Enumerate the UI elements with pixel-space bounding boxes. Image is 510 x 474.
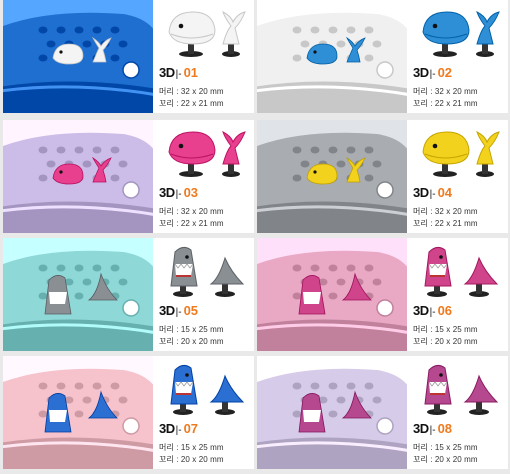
shoe-photo: [3, 0, 153, 113]
tail-size-label: 꼬리 : 20 x 20 mm: [413, 337, 478, 346]
product-code: 3D |- 07: [159, 418, 198, 436]
head-size-label: 머리 : 32 x 20 mm: [159, 87, 224, 96]
product-info: 3D |- 06 머리 : 15 x 25 mm 꼬리 : 20 x 20 mm: [409, 238, 508, 351]
shoe-photo: [3, 120, 153, 233]
code-prefix: 3D: [413, 185, 429, 200]
shoe-photo: [3, 356, 153, 469]
code-divider: |-: [175, 307, 182, 318]
shoe-photo: [257, 238, 407, 351]
code-divider: |-: [175, 69, 182, 80]
shoe-photo: [257, 0, 407, 113]
tail-size-label: 꼬리 : 22 x 21 mm: [413, 99, 478, 108]
code-divider: |-: [429, 189, 436, 200]
code-divider: |-: [175, 189, 182, 200]
code-prefix: 3D: [159, 185, 175, 200]
shark-icon: [161, 360, 249, 418]
product-info: 3D |- 01 머리 : 32 x 20 mm 꼬리 : 22 x 21 mm: [155, 0, 254, 113]
product-code: 3D |- 03: [159, 182, 198, 200]
head-size-label: 머리 : 32 x 20 mm: [413, 87, 478, 96]
product-info: 3D |- 07 머리 : 15 x 25 mm 꼬리 : 20 x 20 mm: [155, 356, 254, 469]
shoe-photo: [3, 238, 153, 351]
code-divider: |-: [429, 425, 436, 436]
shoe-photo: [257, 120, 407, 233]
shoe-photo: [257, 356, 407, 469]
head-size-label: 머리 : 15 x 25 mm: [413, 325, 478, 334]
code-number: 04: [437, 185, 453, 200]
product-grid: 3D |- 01 머리 : 32 x 20 mm 꼬리 : 22 x 21 mm 3D |…: [0, 0, 510, 474]
product-card: 3D |- 05 머리 : 15 x 25 mm 꼬리 : 20 x 20 mm: [3, 238, 254, 351]
tail-size-label: 꼬리 : 20 x 20 mm: [413, 455, 478, 464]
product-card: 3D |- 04 머리 : 32 x 20 mm 꼬리 : 22 x 21 mm: [257, 120, 508, 233]
code-divider: |-: [429, 69, 436, 80]
code-number: 08: [437, 421, 453, 436]
product-info: 3D |- 05 머리 : 15 x 25 mm 꼬리 : 20 x 20 mm: [155, 238, 254, 351]
whale-icon: [415, 4, 503, 62]
code-prefix: 3D: [413, 421, 429, 436]
tail-size-label: 꼬리 : 22 x 21 mm: [159, 219, 224, 228]
code-prefix: 3D: [159, 303, 175, 318]
head-size-label: 머리 : 15 x 25 mm: [159, 325, 224, 334]
code-prefix: 3D: [413, 65, 429, 80]
head-size-label: 머리 : 32 x 20 mm: [413, 207, 478, 216]
product-card: 3D |- 07 머리 : 15 x 25 mm 꼬리 : 20 x 20 mm: [3, 356, 254, 469]
whale-icon: [161, 124, 249, 182]
code-number: 02: [437, 65, 453, 80]
code-number: 05: [183, 303, 199, 318]
shark-icon: [415, 242, 503, 300]
product-card: 3D |- 03 머리 : 32 x 20 mm 꼬리 : 22 x 21 mm: [3, 120, 254, 233]
product-code: 3D |- 08: [413, 418, 452, 436]
code-number: 06: [437, 303, 453, 318]
code-divider: |-: [429, 307, 436, 318]
product-card: 3D |- 01 머리 : 32 x 20 mm 꼬리 : 22 x 21 mm: [3, 0, 254, 113]
shark-icon: [415, 360, 503, 418]
product-code: 3D |- 01: [159, 62, 198, 80]
whale-icon: [415, 124, 503, 182]
tail-size-label: 꼬리 : 20 x 20 mm: [159, 455, 224, 464]
product-info: 3D |- 04 머리 : 32 x 20 mm 꼬리 : 22 x 21 mm: [409, 120, 508, 233]
tail-size-label: 꼬리 : 20 x 20 mm: [159, 337, 224, 346]
product-code: 3D |- 06: [413, 300, 452, 318]
product-code: 3D |- 02: [413, 62, 452, 80]
code-number: 01: [183, 65, 199, 80]
head-size-label: 머리 : 32 x 20 mm: [159, 207, 224, 216]
shark-icon: [161, 242, 249, 300]
code-prefix: 3D: [159, 421, 175, 436]
product-card: 3D |- 08 머리 : 15 x 25 mm 꼬리 : 20 x 20 mm: [257, 356, 508, 469]
product-card: 3D |- 02 머리 : 32 x 20 mm 꼬리 : 22 x 21 mm: [257, 0, 508, 113]
code-divider: |-: [175, 425, 182, 436]
product-code: 3D |- 05: [159, 300, 198, 318]
code-number: 07: [183, 421, 199, 436]
code-number: 03: [183, 185, 199, 200]
code-prefix: 3D: [413, 303, 429, 318]
whale-icon: [161, 4, 249, 62]
product-info: 3D |- 08 머리 : 15 x 25 mm 꼬리 : 20 x 20 mm: [409, 356, 508, 469]
product-info: 3D |- 02 머리 : 32 x 20 mm 꼬리 : 22 x 21 mm: [409, 0, 508, 113]
product-info: 3D |- 03 머리 : 32 x 20 mm 꼬리 : 22 x 21 mm: [155, 120, 254, 233]
code-prefix: 3D: [159, 65, 175, 80]
product-card: 3D |- 06 머리 : 15 x 25 mm 꼬리 : 20 x 20 mm: [257, 238, 508, 351]
product-code: 3D |- 04: [413, 182, 452, 200]
tail-size-label: 꼬리 : 22 x 21 mm: [159, 99, 224, 108]
tail-size-label: 꼬리 : 22 x 21 mm: [413, 219, 478, 228]
head-size-label: 머리 : 15 x 25 mm: [159, 443, 224, 452]
head-size-label: 머리 : 15 x 25 mm: [413, 443, 478, 452]
